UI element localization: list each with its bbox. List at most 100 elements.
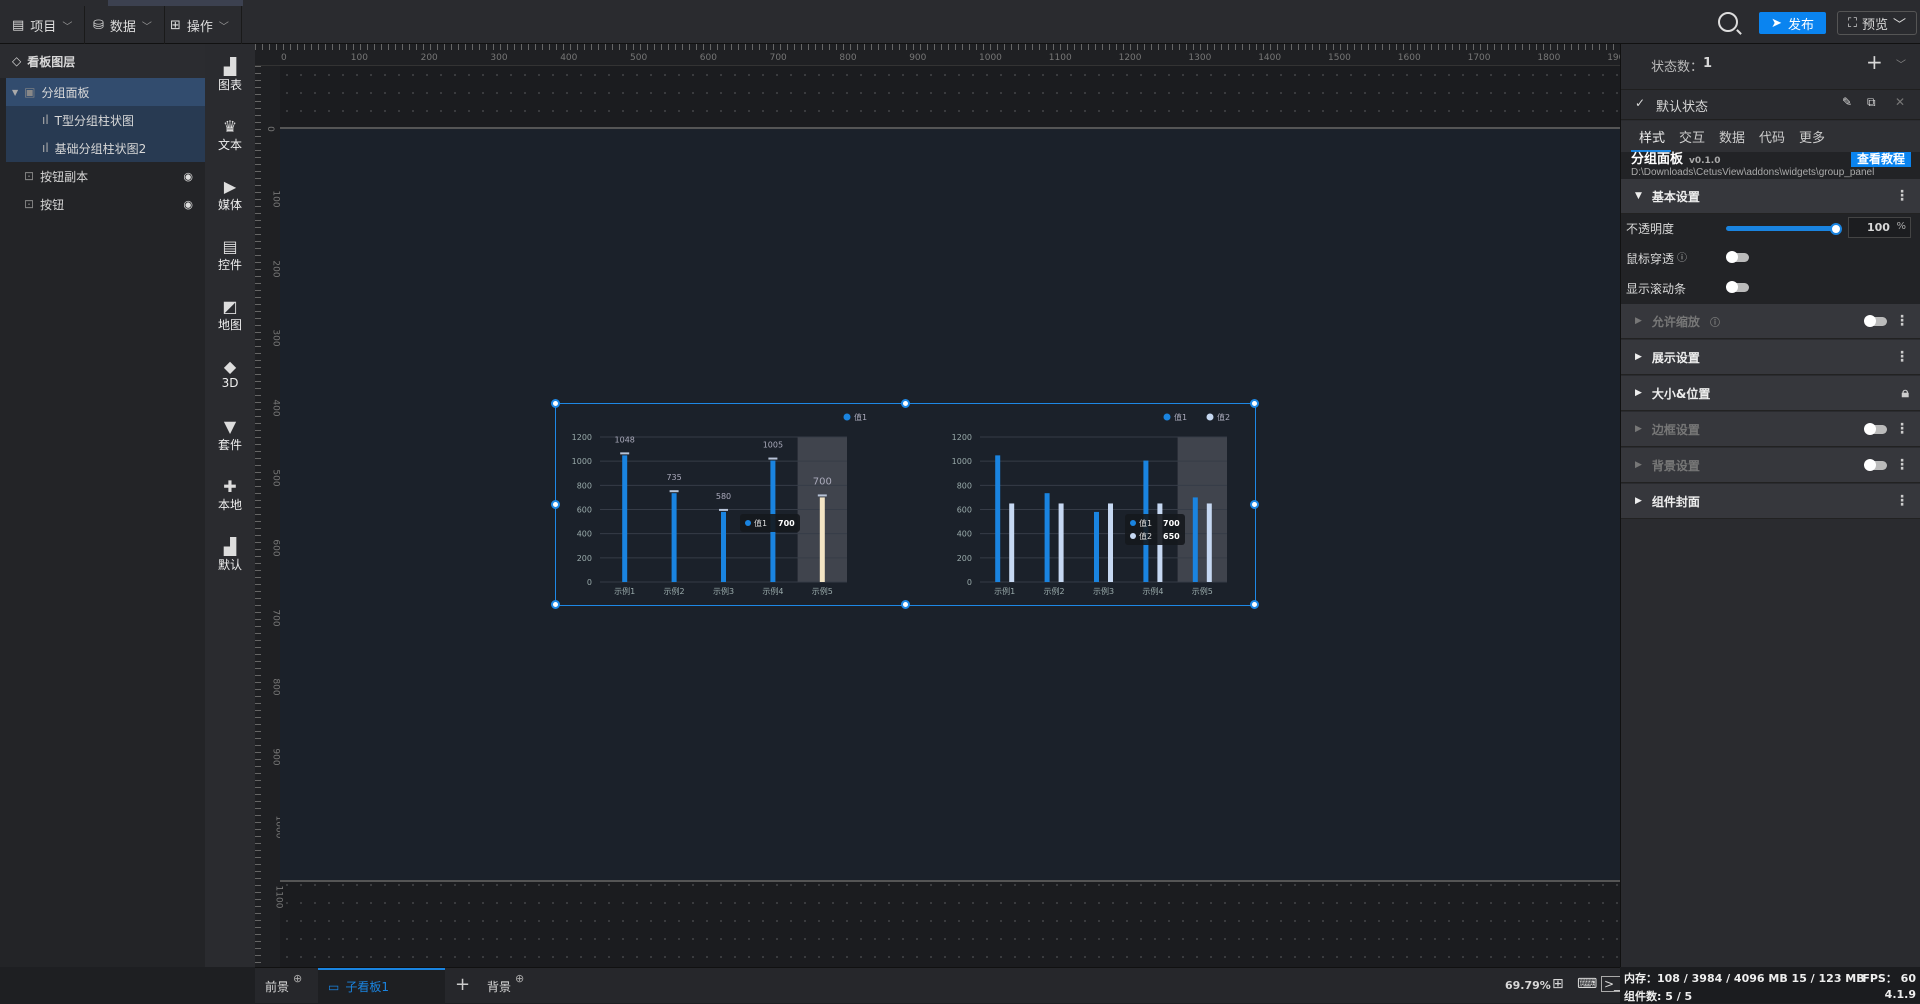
tab-sub-board[interactable]: ▭ 子看板1	[318, 968, 445, 1003]
foreground-tab[interactable]: 前景	[265, 978, 289, 995]
fit-screen-icon[interactable]: ⊞	[1552, 976, 1564, 992]
resize-handle[interactable]	[551, 399, 560, 408]
more-icon[interactable]: ⋮	[1895, 421, 1909, 437]
add-tab-icon[interactable]: +	[455, 974, 470, 995]
background-tab[interactable]: 背景	[487, 978, 511, 995]
layer-item-button[interactable]: ⊡ 按钮 ◉	[6, 190, 205, 218]
menu-project[interactable]: ▤ 项目 ﹀	[0, 6, 86, 44]
x-tick-label: 示例1	[994, 586, 1015, 596]
group-panel-selection[interactable]: 0 200 400 600 800 1000 1200 示例1 示例2 示例3 示例4 示例5 1048…	[551, 399, 1259, 609]
caret-right-icon: ▶	[1635, 388, 1642, 398]
tool-4[interactable]: ◩ 地图	[205, 298, 255, 333]
lock-icon[interactable]: 🔒︎	[1902, 385, 1909, 401]
resize-handle[interactable]	[551, 499, 560, 509]
more-icon[interactable]: ⋮	[1895, 349, 1909, 365]
tab-data[interactable]: 数据	[1719, 127, 1745, 146]
resize-handle[interactable]	[900, 600, 910, 609]
button-icon: ⊡	[24, 169, 35, 183]
bar	[1206, 503, 1212, 582]
tool-8[interactable]: ▟ 默认	[205, 538, 255, 573]
tooltip-name: 值2	[1139, 531, 1152, 541]
version: 4.1.9	[1884, 988, 1916, 1001]
bar	[622, 455, 628, 582]
preview-button[interactable]: ⛶ 预览 ﹀	[1837, 11, 1917, 35]
close-icon[interactable]: ✕	[1895, 95, 1905, 109]
section-basic-settings[interactable]: ▼ 基本设置 ⋮	[1621, 179, 1920, 214]
keyboard-icon[interactable]: ⌨	[1577, 976, 1597, 992]
resize-handle[interactable]	[1250, 499, 1259, 509]
section-0[interactable]: ▶ 允许缩放 ⓘ ⋮	[1621, 304, 1920, 339]
help-icon[interactable]: ⓘ	[1710, 314, 1720, 329]
add-state-icon[interactable]: +	[1866, 50, 1883, 74]
layers-icon: ◇	[12, 54, 22, 68]
y-tick-label: 1000	[952, 457, 972, 466]
resize-handle[interactable]	[551, 600, 560, 609]
opacity-input[interactable]: 100 %	[1848, 217, 1911, 238]
tab-interaction[interactable]: 交互	[1679, 127, 1705, 146]
edit-icon[interactable]: ✎	[1842, 95, 1852, 109]
caret-down-icon: ▼	[12, 87, 19, 97]
menu-data[interactable]: ⛁ 数据 ﹀	[81, 6, 165, 44]
chevron-down-icon[interactable]: ﹀	[1896, 56, 1906, 71]
more-icon[interactable]: ⋮	[1895, 313, 1909, 329]
vertical-ruler: 0 100 200 300 400 500 600 700 800 900 1000 1100	[255, 66, 283, 967]
section-4[interactable]: ▶ 背景设置 ⋮	[1621, 448, 1920, 483]
bar	[1009, 503, 1015, 582]
section-toggle[interactable]	[1864, 315, 1887, 327]
x-tick-label: 示例5	[1192, 586, 1213, 596]
more-icon[interactable]: ⋮	[1895, 493, 1909, 509]
resize-handle[interactable]	[1250, 399, 1259, 408]
opacity-slider[interactable]	[1726, 226, 1836, 231]
memory-status: 内存：108 / 3984 / 4096 MB 15 / 123 MB	[1624, 972, 1865, 985]
tab-style[interactable]: 样式	[1639, 127, 1665, 146]
section-3[interactable]: ▶ 边框设置 ⋮	[1621, 412, 1920, 447]
help-icon[interactable]: ⓘ	[1677, 249, 1687, 264]
ruler-tick-label: 0	[281, 53, 287, 63]
layers-panel: ◇ 看板图层 ▼ ▣ 分组面板 ıl T型分组柱状图 ıl 基础分组柱状图2 ⊡ 按钮副本 ◉…	[0, 44, 205, 967]
zoom-level[interactable]: 69.79%	[1505, 979, 1551, 992]
section-2[interactable]: ▶ 大小&位置 🔒︎	[1621, 376, 1920, 411]
eye-hidden-icon[interactable]: ◉	[183, 198, 193, 211]
tool-label: 套件	[217, 438, 242, 452]
more-icon[interactable]: ⋮	[1895, 188, 1909, 204]
opacity-slider-handle[interactable]	[1830, 223, 1842, 235]
tool-7[interactable]: ✚ 本地	[205, 478, 255, 513]
more-icon[interactable]: ⋮	[1895, 457, 1909, 473]
mouse-through-toggle[interactable]	[1726, 251, 1749, 263]
fps-status: FPS： 60	[1862, 972, 1916, 985]
resize-handle[interactable]	[900, 399, 910, 408]
tool-5[interactable]: ◆ 3D	[205, 358, 255, 391]
tool-6[interactable]: ▼ 套件	[205, 418, 255, 453]
section-toggle[interactable]	[1864, 423, 1887, 435]
menu-operate[interactable]: ⊞ 操作 ﹀	[158, 6, 242, 44]
layer-item-basic-bar-chart[interactable]: ıl 基础分组柱状图2	[6, 134, 205, 162]
tool-1[interactable]: ♛ 文本	[205, 118, 255, 153]
bar	[1058, 503, 1064, 582]
add-background-icon[interactable]: ⊕	[515, 972, 524, 985]
eye-hidden-icon[interactable]: ◉	[183, 170, 193, 183]
tab-more[interactable]: 更多	[1799, 127, 1825, 146]
default-state-row[interactable]: ✓ 默认状态 ✎ ⧉ ✕	[1621, 90, 1920, 120]
component-version: v0.1.0	[1689, 156, 1721, 166]
search-icon[interactable]	[1718, 12, 1738, 32]
tab-code[interactable]: 代码	[1759, 127, 1785, 146]
copy-icon[interactable]: ⧉	[1867, 95, 1876, 110]
publish-button[interactable]: ➤ 发布	[1759, 12, 1826, 34]
tool-0[interactable]: ▟ 图表	[205, 58, 255, 93]
section-toggle[interactable]	[1864, 459, 1887, 471]
tool-3[interactable]: ▤ 控件	[205, 238, 255, 273]
ruler-tick-label: 300	[490, 53, 508, 63]
layer-item-button-copy[interactable]: ⊡ 按钮副本 ◉	[6, 162, 205, 190]
layer-item-group-panel[interactable]: ▼ ▣ 分组面板	[6, 78, 205, 106]
layer-item-t-bar-chart[interactable]: ıl T型分组柱状图	[6, 106, 205, 134]
section-1[interactable]: ▶ 展示设置 ⋮	[1621, 340, 1920, 375]
database-icon: ⛁	[93, 17, 104, 33]
resize-handle[interactable]	[1250, 600, 1259, 609]
add-foreground-icon[interactable]: ⊕	[293, 972, 302, 985]
show-scrollbar-toggle[interactable]	[1726, 281, 1749, 293]
view-tutorial-button[interactable]: 查看教程	[1851, 152, 1912, 167]
tool-icon: ▤	[222, 237, 238, 256]
section-5[interactable]: ▶ 组件封面 ⋮	[1621, 484, 1920, 519]
caret-right-icon: ▶	[1635, 352, 1642, 362]
tool-2[interactable]: ▶ 媒体	[205, 178, 255, 213]
